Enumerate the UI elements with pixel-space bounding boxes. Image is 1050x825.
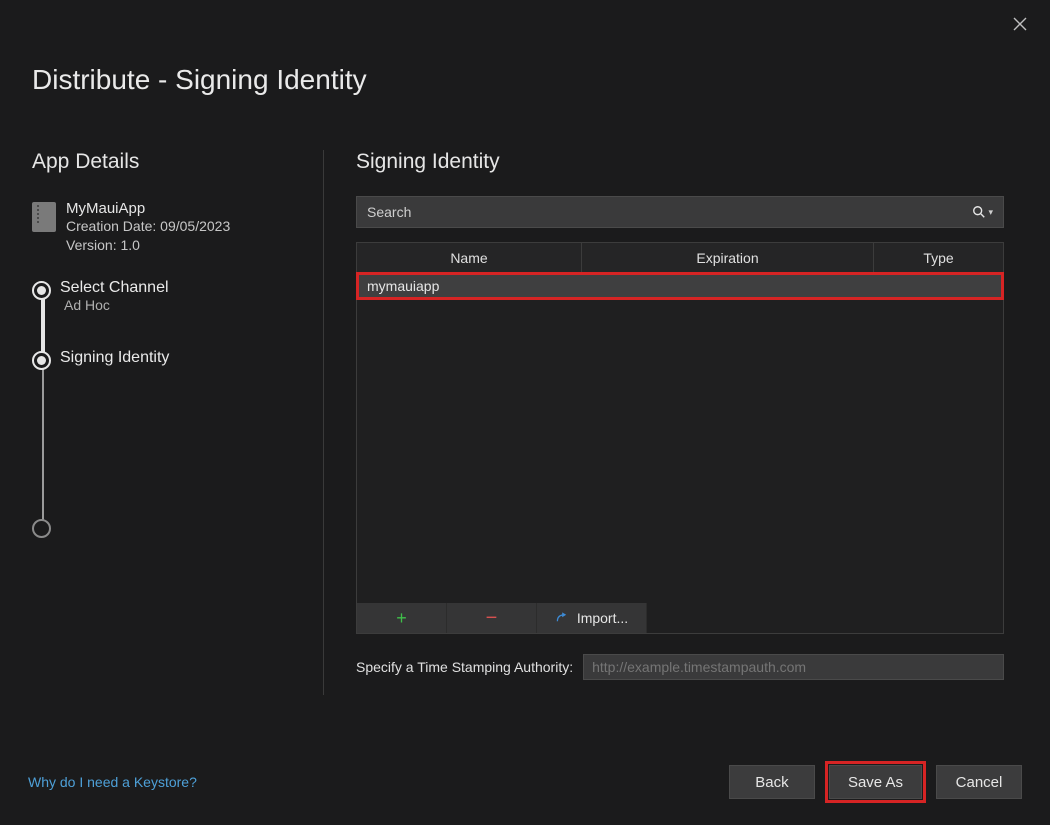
app-creation-date: Creation Date: 09/05/2023 xyxy=(66,217,230,236)
add-identity-button[interactable]: + xyxy=(357,603,447,633)
wizard-steps: Select Channel Ad Hoc Signing Identity xyxy=(32,279,320,367)
identity-table: Name Expiration Type mymauiapp + − xyxy=(356,242,1004,634)
panel-divider xyxy=(323,150,324,695)
step-sublabel: Ad Hoc xyxy=(60,297,320,313)
app-details-header: App Details xyxy=(32,150,320,174)
step-select-channel[interactable]: Select Channel Ad Hoc xyxy=(60,279,320,313)
keystore-help-link[interactable]: Why do I need a Keystore? xyxy=(28,774,197,790)
app-name: MyMauiApp xyxy=(66,200,230,217)
close-icon xyxy=(1013,17,1027,31)
import-arrow-icon xyxy=(555,611,571,625)
step-dot-icon xyxy=(32,281,51,300)
table-body: mymauiapp xyxy=(357,273,1003,603)
search-dropdown-button[interactable]: ▾ xyxy=(962,205,1003,219)
right-panel: Signing Identity ▾ Name Expiration Type … xyxy=(356,150,1004,680)
step-label: Signing Identity xyxy=(60,349,320,367)
step-dot-icon xyxy=(32,351,51,370)
column-name[interactable]: Name xyxy=(357,243,582,272)
step-signing-identity[interactable]: Signing Identity xyxy=(60,349,320,367)
plus-icon: + xyxy=(396,608,407,629)
search-input[interactable] xyxy=(357,204,962,220)
table-row[interactable]: mymauiapp xyxy=(357,273,1003,299)
close-button[interactable] xyxy=(1008,12,1032,36)
toolbar-spacer xyxy=(647,603,1003,633)
table-header: Name Expiration Type xyxy=(357,243,1003,273)
cell-name: mymauiapp xyxy=(357,278,582,294)
column-expiration[interactable]: Expiration xyxy=(582,243,874,272)
cancel-button[interactable]: Cancel xyxy=(936,765,1022,799)
step-dot-icon xyxy=(32,519,51,538)
app-version: Version: 1.0 xyxy=(66,236,230,255)
search-icon xyxy=(972,205,986,219)
table-toolbar: + − Import... xyxy=(357,603,1003,633)
delete-identity-button[interactable]: − xyxy=(447,603,537,633)
tsa-row: Specify a Time Stamping Authority: xyxy=(356,654,1004,680)
page-title: Distribute - Signing Identity xyxy=(32,64,367,96)
app-summary: MyMauiApp Creation Date: 09/05/2023 Vers… xyxy=(32,200,320,255)
column-type[interactable]: Type xyxy=(874,243,1003,272)
minus-icon: − xyxy=(486,607,498,630)
step-label: Select Channel xyxy=(60,279,320,297)
tsa-label: Specify a Time Stamping Authority: xyxy=(356,659,573,675)
search-row: ▾ xyxy=(356,196,1004,228)
chevron-down-icon: ▾ xyxy=(988,207,993,218)
back-button[interactable]: Back xyxy=(729,765,815,799)
step-connector-inactive xyxy=(42,352,44,537)
left-panel: App Details MyMauiApp Creation Date: 09/… xyxy=(32,150,320,517)
import-identity-button[interactable]: Import... xyxy=(537,603,647,633)
signing-identity-header: Signing Identity xyxy=(356,150,1004,174)
archive-icon xyxy=(32,202,56,232)
footer: Why do I need a Keystore? Back Save As C… xyxy=(0,765,1050,799)
tsa-input[interactable] xyxy=(583,654,1004,680)
save-as-button[interactable]: Save As xyxy=(829,765,922,799)
import-label: Import... xyxy=(577,610,628,626)
